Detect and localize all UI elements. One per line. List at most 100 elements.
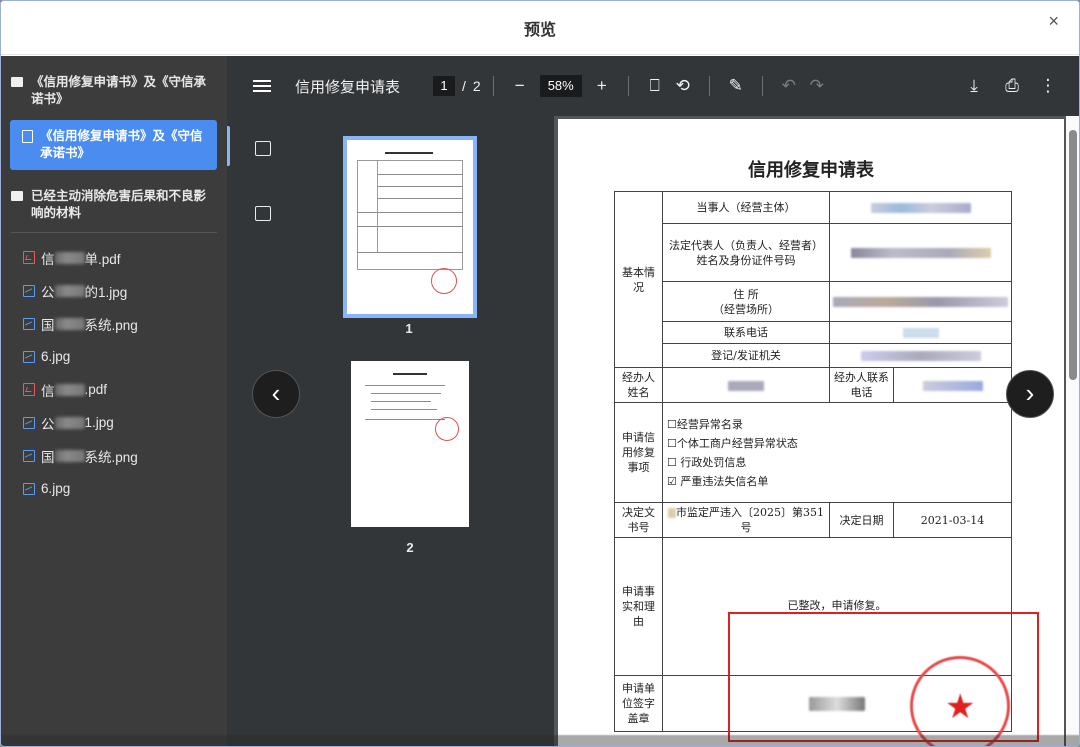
value-handler-phone bbox=[893, 367, 1012, 403]
page-thumbnail-1[interactable] bbox=[343, 136, 477, 318]
sidebar-item-label: 《信用修复申请书》及《守信承诺书》 bbox=[40, 129, 203, 160]
sidebar-tab-indicator bbox=[227, 126, 230, 166]
highlight-box bbox=[728, 612, 1039, 742]
items-checklist: ☐经营异常名录 ☐个体工商户经营异常状态 ☐ 行政处罚信息 ☑ 严重违法失信名单 bbox=[662, 402, 1012, 503]
section-basic: 基本情况 bbox=[614, 191, 663, 368]
label-authority: 登记/发证机关 bbox=[662, 343, 830, 368]
pdf-icon bbox=[22, 130, 33, 143]
file-list: 信单.pdf 公的1.jpg 国系统.png 6.jpg 信 .pdf 公 1.jpg 国系统.… bbox=[1, 241, 227, 505]
print-icon[interactable]: ⎙ bbox=[998, 76, 1026, 96]
label-handler-phone: 经办人联系电话 bbox=[829, 367, 894, 403]
label-address: 住 所 （经营场所） bbox=[662, 281, 830, 322]
value-address bbox=[829, 281, 1012, 322]
thumbnails-view-icon[interactable] bbox=[255, 141, 271, 156]
outline-view-icon[interactable] bbox=[255, 206, 271, 221]
sidebar-file-3[interactable]: 国 系统.png bbox=[1, 307, 227, 340]
file-name-suffix: 系统.png bbox=[84, 317, 138, 333]
value-phone bbox=[829, 321, 1012, 344]
page-indicator: 1 / 2 bbox=[433, 76, 481, 96]
label-decision-no: 决定文书号 bbox=[614, 502, 663, 538]
file-name-prefix: 国 bbox=[41, 317, 55, 333]
sidebar-file-7[interactable]: 国 系统.png bbox=[1, 439, 227, 472]
viewer-toolbar: 信用修复申请表 1 / 2 − 58% + ⎕ ⟲ ✎ ↶ ↷ ⤓ ⎙ ⋮ bbox=[227, 56, 1079, 116]
sidebar-group-label: 《信用修复申请书》及《守信承诺书》 bbox=[31, 75, 207, 106]
next-page-button[interactable]: › bbox=[1006, 370, 1054, 418]
annotate-icon[interactable]: ✎ bbox=[722, 76, 750, 96]
toolbar-divider bbox=[627, 76, 629, 96]
value-party bbox=[829, 191, 1012, 224]
toolbar-divider bbox=[761, 76, 763, 96]
file-name-redacted bbox=[54, 317, 85, 330]
sidebar-group-materials[interactable]: 已经主动消除危害后果和不良影响的材料 bbox=[1, 180, 227, 226]
thumbnail-number: 1 bbox=[405, 321, 413, 336]
sidebar-file-6[interactable]: 公 1.jpg bbox=[1, 406, 227, 439]
sidebar-file-2[interactable]: 公 的1.jpg bbox=[1, 274, 227, 307]
file-name-suffix: 6.jpg bbox=[41, 349, 71, 364]
thumbnail-number: 2 bbox=[406, 540, 414, 555]
value-decision-no: 市监定严违入〔2025〕第351号 bbox=[662, 502, 830, 538]
attachment-sidebar: 《信用修复申请书》及《守信承诺书》 《信用修复申请书》及《守信承诺书》 已经主动… bbox=[1, 56, 227, 746]
label-handler: 经办人姓名 bbox=[614, 367, 663, 403]
folder-icon bbox=[11, 77, 23, 87]
download-icon[interactable]: ⤓ bbox=[960, 76, 988, 96]
file-name-suffix: 6.jpg bbox=[41, 481, 71, 496]
sidebar-file-1[interactable]: 信 单.pdf bbox=[1, 241, 227, 274]
label-decision-date: 决定日期 bbox=[829, 502, 894, 538]
undo-icon[interactable]: ↶ bbox=[775, 76, 803, 96]
file-name-suffix: 的1.jpg bbox=[84, 284, 128, 300]
zoom-out-button[interactable]: − bbox=[506, 76, 534, 96]
image-file-icon bbox=[23, 416, 35, 429]
file-name-suffix: 1.jpg bbox=[84, 415, 114, 430]
previous-page-button[interactable]: ‹ bbox=[252, 370, 300, 418]
form-title: 信用修复申请表 bbox=[748, 160, 874, 181]
page-thumbnail-2[interactable] bbox=[351, 361, 469, 527]
more-options-icon[interactable]: ⋮ bbox=[1034, 76, 1062, 96]
page-total: 2 bbox=[472, 78, 481, 94]
value-authority bbox=[829, 343, 1012, 368]
label-items: 申请信用修复事项 bbox=[614, 402, 663, 503]
zoom-input[interactable]: 58% bbox=[539, 75, 582, 97]
label-reason: 申请事实和理由 bbox=[614, 537, 663, 676]
dialog-titlebar: 预览 × bbox=[1, 1, 1079, 55]
document-scrollbar[interactable] bbox=[1066, 116, 1079, 746]
pdf-file-icon bbox=[23, 383, 35, 396]
file-name-suffix: 系统.png bbox=[84, 449, 138, 465]
image-file-icon bbox=[23, 449, 35, 462]
file-name-redacted bbox=[54, 449, 85, 462]
scrollbar-thumb[interactable] bbox=[1069, 130, 1077, 380]
image-file-icon bbox=[23, 284, 35, 297]
file-name-redacted bbox=[54, 284, 85, 297]
label-sign: 申请单位签字盖章 bbox=[614, 675, 663, 732]
decision-no-text: 市监定严违入〔2025〕第351号 bbox=[676, 506, 824, 534]
sidebar-group-application[interactable]: 《信用修复申请书》及《守信承诺书》 bbox=[1, 66, 227, 112]
redo-icon[interactable]: ↷ bbox=[803, 76, 831, 96]
label-legal-rep: 法定代表人（负责人、经营者）姓名及身份证件号码 bbox=[662, 223, 830, 282]
file-name-suffix: .pdf bbox=[84, 382, 108, 397]
check-serious-violation: ☑ 严重违法失信名单 bbox=[667, 474, 769, 488]
rotate-icon[interactable]: ⟲ bbox=[669, 76, 697, 96]
sidebar-group-label: 已经主动消除危害后果和不良影响的材料 bbox=[31, 189, 207, 220]
file-name-prefix: 公 bbox=[41, 416, 55, 432]
sidebar-file-8[interactable]: 6.jpg bbox=[1, 472, 227, 505]
sidebar-item-application-pdf[interactable]: 《信用修复申请书》及《守信承诺书》 bbox=[10, 120, 217, 170]
dialog-title: 预览 bbox=[523, 21, 556, 39]
image-file-icon bbox=[23, 350, 35, 363]
sidebar-file-4[interactable]: 6.jpg bbox=[1, 340, 227, 373]
file-name-prefix: 信 bbox=[41, 251, 55, 267]
document-title: 信用修复申请表 bbox=[295, 78, 401, 96]
file-name-suffix: 单.pdf bbox=[84, 251, 121, 267]
zoom-in-button[interactable]: + bbox=[588, 76, 616, 96]
menu-icon[interactable] bbox=[253, 80, 271, 92]
label-party: 当事人（经营主体） bbox=[662, 191, 830, 224]
folder-icon bbox=[11, 191, 23, 201]
page-sep: / bbox=[462, 78, 466, 94]
close-icon[interactable]: × bbox=[1048, 11, 1059, 32]
sidebar-file-5[interactable]: 信 .pdf bbox=[1, 373, 227, 406]
sidebar-divider bbox=[11, 232, 217, 233]
file-name-prefix: 国 bbox=[41, 449, 55, 465]
fit-page-icon[interactable]: ⎕ bbox=[641, 76, 669, 96]
page-number-input[interactable]: 1 bbox=[433, 76, 456, 96]
file-name-redacted bbox=[54, 416, 85, 429]
file-name-redacted bbox=[54, 383, 85, 396]
check-admin-penalty: ☐ 行政处罚信息 bbox=[667, 455, 747, 469]
